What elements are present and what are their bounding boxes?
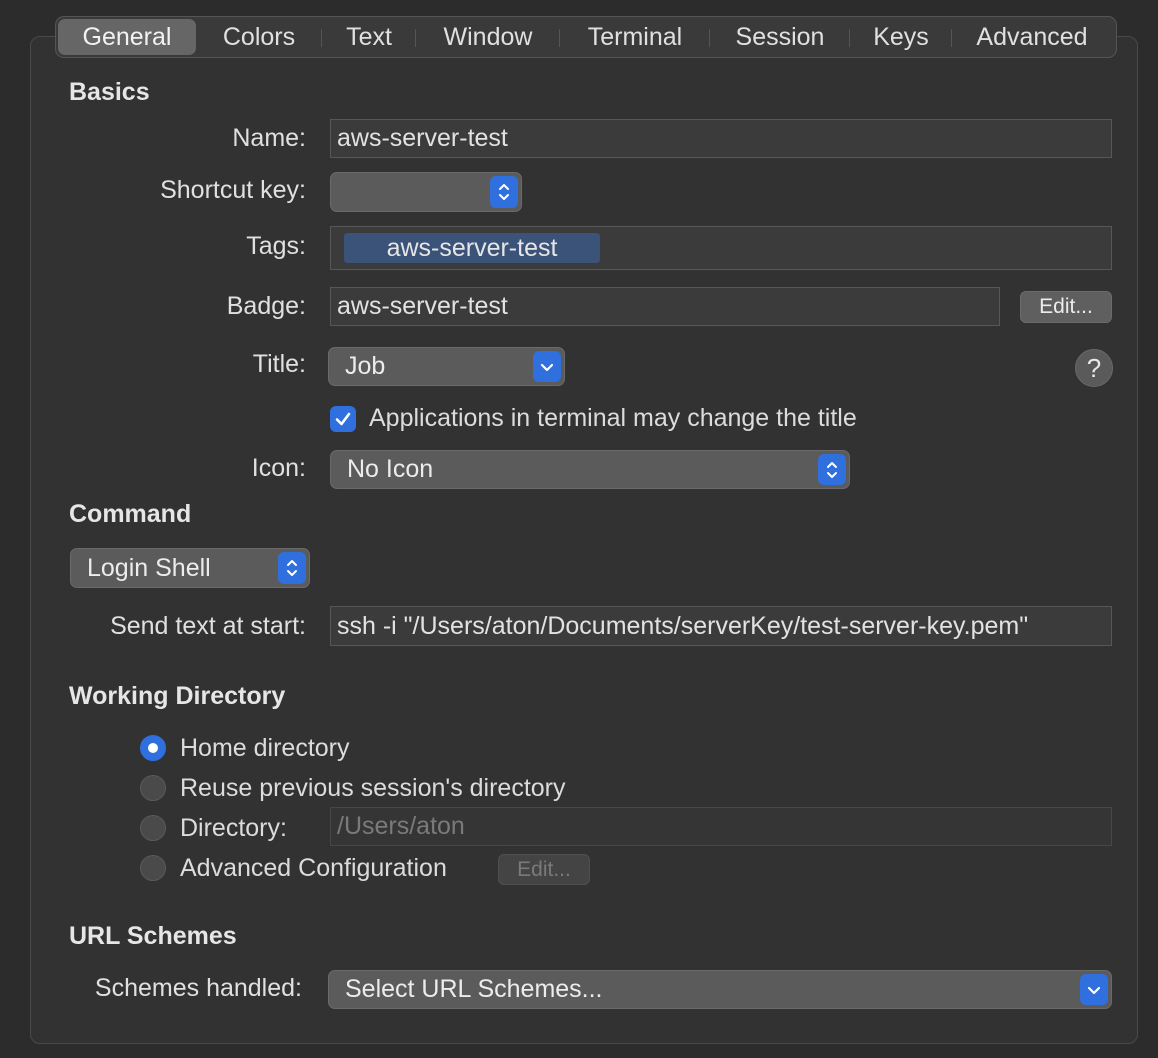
up-down-chevron-icon	[818, 454, 846, 485]
tab-label: Keys	[873, 22, 929, 51]
title-change-checkbox[interactable]	[330, 406, 356, 432]
radio-home-directory[interactable]	[140, 735, 166, 761]
icon-label: Icon:	[251, 454, 306, 482]
radio-advanced-configuration[interactable]	[140, 855, 166, 881]
directory-field[interactable]: /Users/aton	[330, 807, 1112, 846]
title-change-checkbox-label[interactable]: Applications in terminal may change the …	[369, 404, 857, 433]
help-button[interactable]: ?	[1075, 349, 1113, 387]
send-text-field[interactable]: ssh -i "/Users/aton/Documents/serverKey/…	[330, 606, 1112, 646]
tab-window[interactable]: Window	[416, 19, 560, 55]
url-schemes-value: Select URL Schemes...	[345, 975, 603, 1003]
tab-label: General	[82, 22, 172, 51]
badge-value: aws-server-test	[337, 292, 508, 320]
reuse-previous-directory-label[interactable]: Reuse previous session's directory	[180, 774, 566, 803]
tab-session[interactable]: Session	[710, 19, 850, 55]
badge-edit-button[interactable]: Edit...	[1020, 291, 1112, 323]
basics-heading: Basics	[69, 78, 150, 106]
tab-label: Colors	[222, 22, 296, 51]
name-label: Name:	[232, 124, 306, 152]
checkmark-icon	[335, 412, 351, 426]
tab-advanced[interactable]: Advanced	[952, 19, 1112, 55]
radio-directory[interactable]	[140, 815, 166, 841]
command-shell-popup[interactable]: Login Shell	[70, 548, 310, 588]
tab-label: Window	[443, 22, 533, 51]
tab-label: Advanced	[976, 22, 1088, 51]
working-directory-heading: Working Directory	[69, 682, 286, 710]
tab-terminal[interactable]: Terminal	[560, 19, 710, 55]
badge-field[interactable]: aws-server-test	[330, 287, 1000, 326]
name-value: aws-server-test	[337, 124, 508, 152]
tags-label: Tags:	[246, 232, 306, 260]
tab-bar: General Colors Text Window Terminal Sess…	[55, 16, 1117, 58]
send-text-label: Send text at start:	[110, 612, 306, 640]
url-schemes-heading: URL Schemes	[69, 922, 237, 950]
advanced-configuration-edit-button[interactable]: Edit...	[498, 854, 590, 885]
tab-keys[interactable]: Keys	[850, 19, 952, 55]
command-heading: Command	[69, 500, 192, 528]
url-schemes-popup[interactable]: Select URL Schemes...	[328, 970, 1112, 1009]
tab-text[interactable]: Text	[322, 19, 416, 55]
home-directory-label[interactable]: Home directory	[180, 734, 350, 763]
directory-placeholder: /Users/aton	[337, 812, 465, 840]
chevron-down-icon	[533, 351, 561, 382]
name-field[interactable]: aws-server-test	[330, 119, 1112, 158]
icon-popup[interactable]: No Icon	[330, 450, 850, 489]
help-icon: ?	[1086, 352, 1102, 383]
title-label: Title:	[252, 350, 306, 378]
schemes-handled-label: Schemes handled:	[94, 974, 302, 1002]
tab-label: Terminal	[587, 22, 683, 51]
send-text-value: ssh -i "/Users/aton/Documents/serverKey/…	[337, 611, 1029, 640]
command-shell-value: Login Shell	[87, 553, 211, 582]
tab-general[interactable]: General	[58, 19, 196, 55]
chevron-down-icon	[1080, 974, 1108, 1005]
tags-field[interactable]: aws-server-test	[330, 226, 1112, 270]
tab-label: Text	[346, 22, 392, 51]
title-popup[interactable]: Job	[328, 347, 565, 386]
radio-reuse-previous-directory[interactable]	[140, 775, 166, 801]
tab-colors[interactable]: Colors	[196, 19, 322, 55]
badge-label: Badge:	[226, 292, 306, 320]
icon-value: No Icon	[347, 455, 434, 483]
directory-label[interactable]: Directory:	[180, 814, 287, 843]
shortcut-key-label: Shortcut key:	[160, 176, 306, 204]
up-down-chevron-icon	[490, 176, 518, 208]
shortcut-key-popup[interactable]	[330, 172, 522, 212]
advanced-configuration-label[interactable]: Advanced Configuration	[180, 854, 447, 883]
tab-label: Session	[735, 22, 825, 51]
tag-chip[interactable]: aws-server-test	[344, 233, 600, 263]
up-down-chevron-icon	[278, 552, 306, 584]
title-value: Job	[345, 352, 386, 380]
